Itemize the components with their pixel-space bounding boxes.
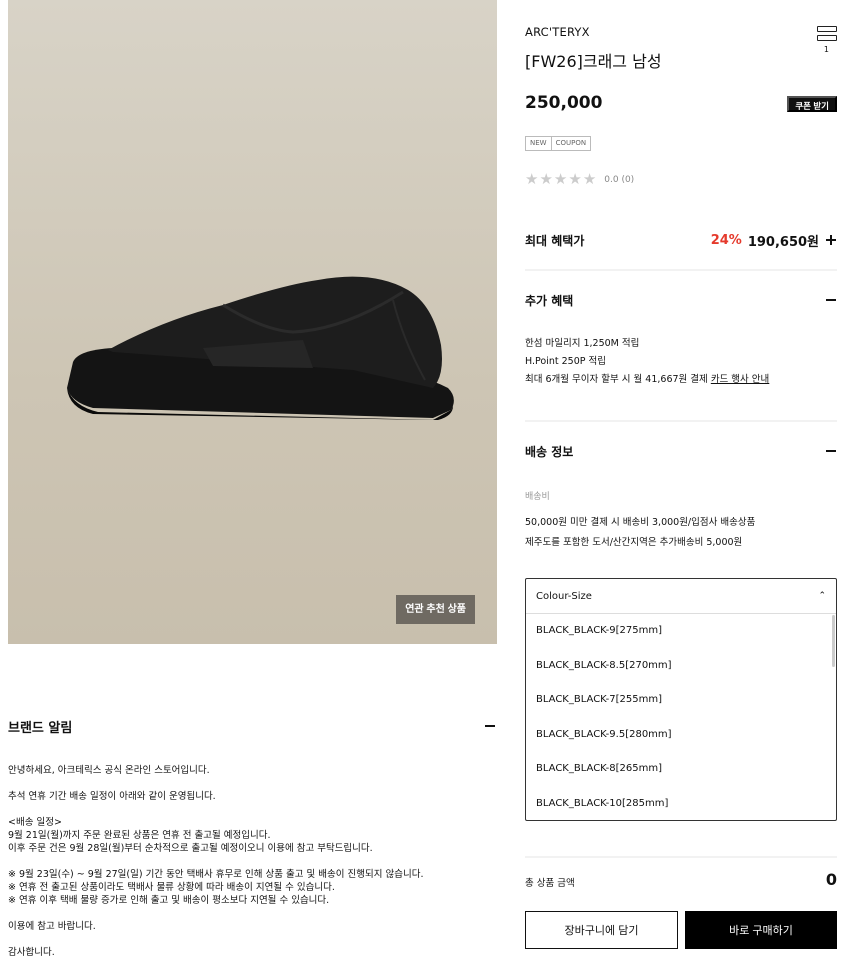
benefit-price: 190,650원	[747, 234, 819, 250]
notice-line: 안녕하세요, 아크테릭스 공식 온라인 스토어입니다.	[8, 765, 210, 776]
max-benefit-row[interactable]: 최대 혜택가 24% 190,650원	[525, 230, 837, 250]
product-price: 250,000	[525, 93, 603, 113]
notice-line	[8, 777, 497, 790]
extra-benefit-title: 추가 혜택	[525, 293, 574, 308]
total-label: 총 상품 금액	[525, 878, 575, 889]
star-icon: ★	[582, 170, 597, 188]
shipping-fee-text: 50,000원 미만 결제 시 배송비 3,000원/입점사 배송상품	[525, 517, 756, 528]
total-value: 0	[825, 870, 837, 889]
related-products-button[interactable]: 연관 추천 상품	[396, 595, 475, 624]
notice-line	[8, 855, 497, 868]
notice-line: <배송 일정>	[8, 817, 62, 828]
notice-line	[8, 803, 497, 816]
product-image: 연관 추천 상품	[8, 0, 497, 644]
shipping-title: 배송 정보	[525, 444, 574, 459]
brand-notice: 브랜드 알림 안녕하세요, 아크테릭스 공식 온라인 스토어입니다. 추석 연휴…	[8, 700, 497, 959]
divider	[525, 856, 837, 858]
star-icon: ★	[568, 170, 582, 188]
collapse-icon[interactable]	[825, 294, 837, 306]
shipping-fee-label: 배송비	[525, 492, 550, 502]
tag-coupon: COUPON	[551, 136, 592, 151]
product-name: [FW26]크래그 남성	[525, 52, 662, 71]
option-scrollbar[interactable]	[832, 615, 835, 667]
tag-new: NEW	[525, 136, 552, 151]
option-select[interactable]: Colour-Size ⌃ BLACK_BLACK-9[275mm] BLACK…	[525, 578, 837, 821]
notice-line	[8, 933, 497, 946]
divider	[525, 269, 837, 271]
chevron-up-icon: ⌃	[818, 591, 826, 601]
option-item[interactable]: BLACK_BLACK-7[255mm]	[526, 683, 836, 718]
compare-list-icon[interactable]	[817, 26, 837, 43]
notice-line: 이후 주문 건은 9월 28일(월)부터 순차적으로 출고될 예정이오니 이용에…	[8, 843, 373, 854]
collapse-icon[interactable]	[483, 719, 497, 733]
collapse-icon[interactable]	[825, 445, 837, 457]
option-item[interactable]: BLACK_BLACK-9[275mm]	[526, 614, 836, 649]
discount-percent: 24%	[710, 232, 742, 248]
notice-line: ※ 9월 23일(수) ~ 9월 27일(일) 기간 동안 택배사 휴무로 인해…	[8, 869, 424, 880]
notice-line: 추석 연휴 기간 배송 일정이 아래와 같이 운영됩니다.	[8, 791, 216, 802]
installment-prefix: 최대 6개월 무이자 할부 시 월 41,667원 결제	[525, 374, 711, 385]
notice-line: ※ 연휴 이후 택배 물량 증가로 인해 출고 및 배송이 평소보다 지연될 수…	[8, 895, 330, 906]
shipping-header[interactable]: 배송 정보	[525, 441, 837, 461]
notice-line: 감사합니다.	[8, 947, 55, 958]
max-benefit-title: 최대 혜택가	[525, 233, 585, 248]
rating[interactable]: ★ ★ ★ ★ ★ 0.0 (0)	[525, 172, 634, 187]
card-event-link[interactable]: 카드 행사 안내	[711, 374, 769, 385]
buy-now-button[interactable]: 바로 구매하기	[685, 911, 837, 949]
option-item[interactable]: BLACK_BLACK-9.5[280mm]	[526, 718, 836, 753]
brand-notice-body: 안녕하세요, 아크테릭스 공식 온라인 스토어입니다. 추석 연휴 기간 배송 …	[8, 764, 497, 959]
rating-text: 0.0 (0)	[604, 174, 635, 185]
shoe-illustration	[67, 276, 454, 420]
option-item[interactable]: BLACK_BLACK-10[285mm]	[526, 787, 836, 820]
brand-name[interactable]: ARC'TERYX	[525, 25, 590, 39]
option-item[interactable]: BLACK_BLACK-8.5[270mm]	[526, 649, 836, 684]
extra-benefit-header[interactable]: 추가 혜택	[525, 290, 837, 310]
product-tags: NEW COUPON	[525, 136, 592, 151]
shipping-extra-text: 제주도를 포함한 도서/산간지역은 추가배송비 5,000원	[525, 537, 743, 548]
option-select-value: Colour-Size	[536, 590, 592, 602]
hpoint-text: H.Point 250P 적립	[525, 356, 606, 367]
notice-line	[8, 907, 497, 920]
expand-icon[interactable]	[825, 234, 837, 246]
option-item[interactable]: BLACK_BLACK-8[265mm]	[526, 752, 836, 787]
notice-line: 9월 21일(월)까지 주문 완료된 상품은 연휴 전 출고될 예정입니다.	[8, 830, 271, 841]
star-icon: ★	[553, 170, 568, 188]
brand-notice-header[interactable]: 브랜드 알림	[8, 700, 497, 752]
notice-line: 이용에 참고 바랍니다.	[8, 921, 96, 932]
divider	[525, 420, 837, 422]
star-icon: ★	[525, 170, 539, 188]
compare-count: 1	[823, 45, 829, 54]
installment-text: 최대 6개월 무이자 할부 시 월 41,667원 결제 카드 행사 안내	[525, 371, 769, 389]
coupon-button[interactable]: 쿠폰 받기	[787, 96, 837, 112]
notice-line: ※ 연휴 전 출고된 상품이라도 택배사 물류 상황에 따라 배송이 지연될 수…	[8, 882, 335, 893]
brand-notice-title: 브랜드 알림	[8, 720, 73, 736]
max-benefit-price: 24% 190,650원	[711, 231, 837, 250]
option-select-header[interactable]: Colour-Size ⌃	[526, 579, 836, 614]
mileage-text: 한섬 마일리지 1,250M 적립	[525, 338, 640, 349]
star-icon: ★	[539, 170, 553, 188]
add-to-cart-button[interactable]: 장바구니에 담기	[525, 911, 678, 949]
